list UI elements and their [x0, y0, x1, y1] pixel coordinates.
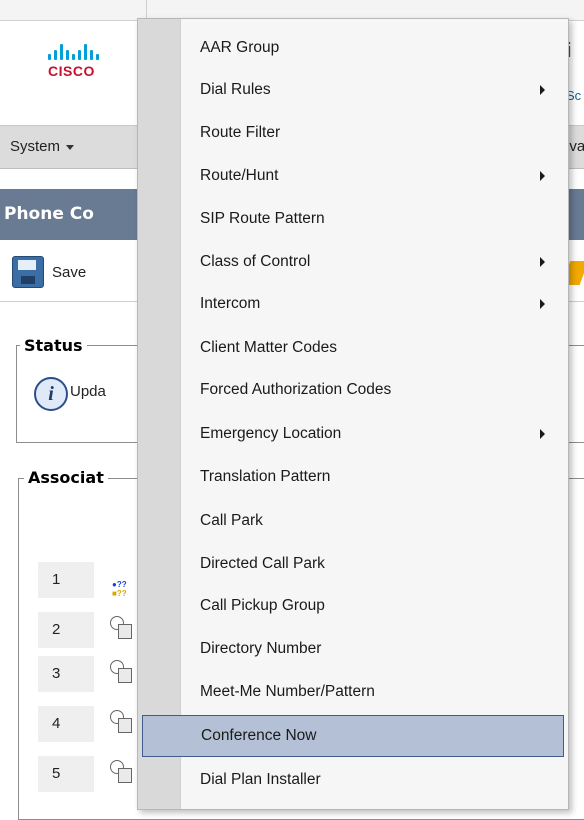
table-row[interactable]: 1	[38, 562, 94, 598]
menu-item-directory-number[interactable]: Directory Number	[138, 628, 566, 670]
status-dots-icon: ●?? ■??	[112, 580, 127, 598]
menu-item-meet-me-number-pattern[interactable]: Meet-Me Number/Pattern	[138, 671, 566, 713]
menu-item-conference-now[interactable]: Conference Now	[142, 715, 564, 757]
menu-item-call-pickup-group[interactable]: Call Pickup Group	[138, 585, 566, 627]
cisco-logo: CISCO	[48, 44, 134, 79]
table-row[interactable]: 2	[38, 612, 94, 648]
phone-device-icon[interactable]	[110, 710, 132, 733]
floppy-disk-icon	[12, 256, 44, 288]
associated-legend: Associat	[24, 468, 108, 487]
divider	[146, 0, 147, 20]
table-row[interactable]: 5	[38, 756, 94, 792]
submenu-arrow-icon	[540, 299, 545, 309]
cisco-logo-bars-icon	[48, 44, 134, 60]
menu-item-route-filter[interactable]: Route Filter	[138, 112, 566, 154]
menu-item-forced-authorization-codes[interactable]: Forced Authorization Codes	[138, 369, 566, 411]
submenu-arrow-icon	[540, 171, 545, 181]
menu-item-class-of-control[interactable]: Class of Control	[138, 241, 566, 283]
menu-item-aar-group[interactable]: AAR Group	[138, 27, 566, 69]
page-title: Phone Co	[4, 204, 94, 224]
table-row[interactable]: 3	[38, 656, 94, 692]
cisco-logo-text: CISCO	[48, 63, 95, 79]
call-routing-dropdown-menu: AAR Group Dial Rules Route Filter Route/…	[137, 18, 569, 810]
chevron-down-icon	[66, 144, 75, 150]
status-legend: Status	[20, 336, 87, 355]
save-button[interactable]: Save	[12, 255, 86, 289]
menu-item-dial-plan-installer[interactable]: Dial Plan Installer	[138, 759, 566, 801]
table-row[interactable]: 4	[38, 706, 94, 742]
menu-item-client-matter-codes[interactable]: Client Matter Codes	[138, 327, 566, 369]
menu-system-label: System	[10, 138, 61, 155]
status-message: Upda	[70, 383, 106, 400]
save-label: Save	[52, 263, 87, 281]
phone-device-icon[interactable]	[110, 616, 132, 639]
submenu-arrow-icon	[540, 85, 545, 95]
submenu-arrow-icon	[540, 429, 545, 439]
menu-item-intercom[interactable]: Intercom	[138, 283, 566, 325]
menu-system[interactable]: System	[10, 138, 75, 155]
info-icon: i	[34, 377, 68, 411]
phone-device-icon[interactable]	[110, 760, 132, 783]
phone-device-icon[interactable]	[110, 660, 132, 683]
menu-item-emergency-location[interactable]: Emergency Location	[138, 413, 566, 455]
menu-item-dial-rules[interactable]: Dial Rules	[138, 69, 566, 111]
menu-item-sip-route-pattern[interactable]: SIP Route Pattern	[138, 198, 566, 240]
menu-item-directed-call-park[interactable]: Directed Call Park	[138, 543, 566, 585]
menu-item-call-park[interactable]: Call Park	[138, 500, 566, 542]
menu-item-route-hunt[interactable]: Route/Hunt	[138, 155, 566, 197]
menu-item-translation-pattern[interactable]: Translation Pattern	[138, 456, 566, 498]
submenu-arrow-icon	[540, 257, 545, 267]
